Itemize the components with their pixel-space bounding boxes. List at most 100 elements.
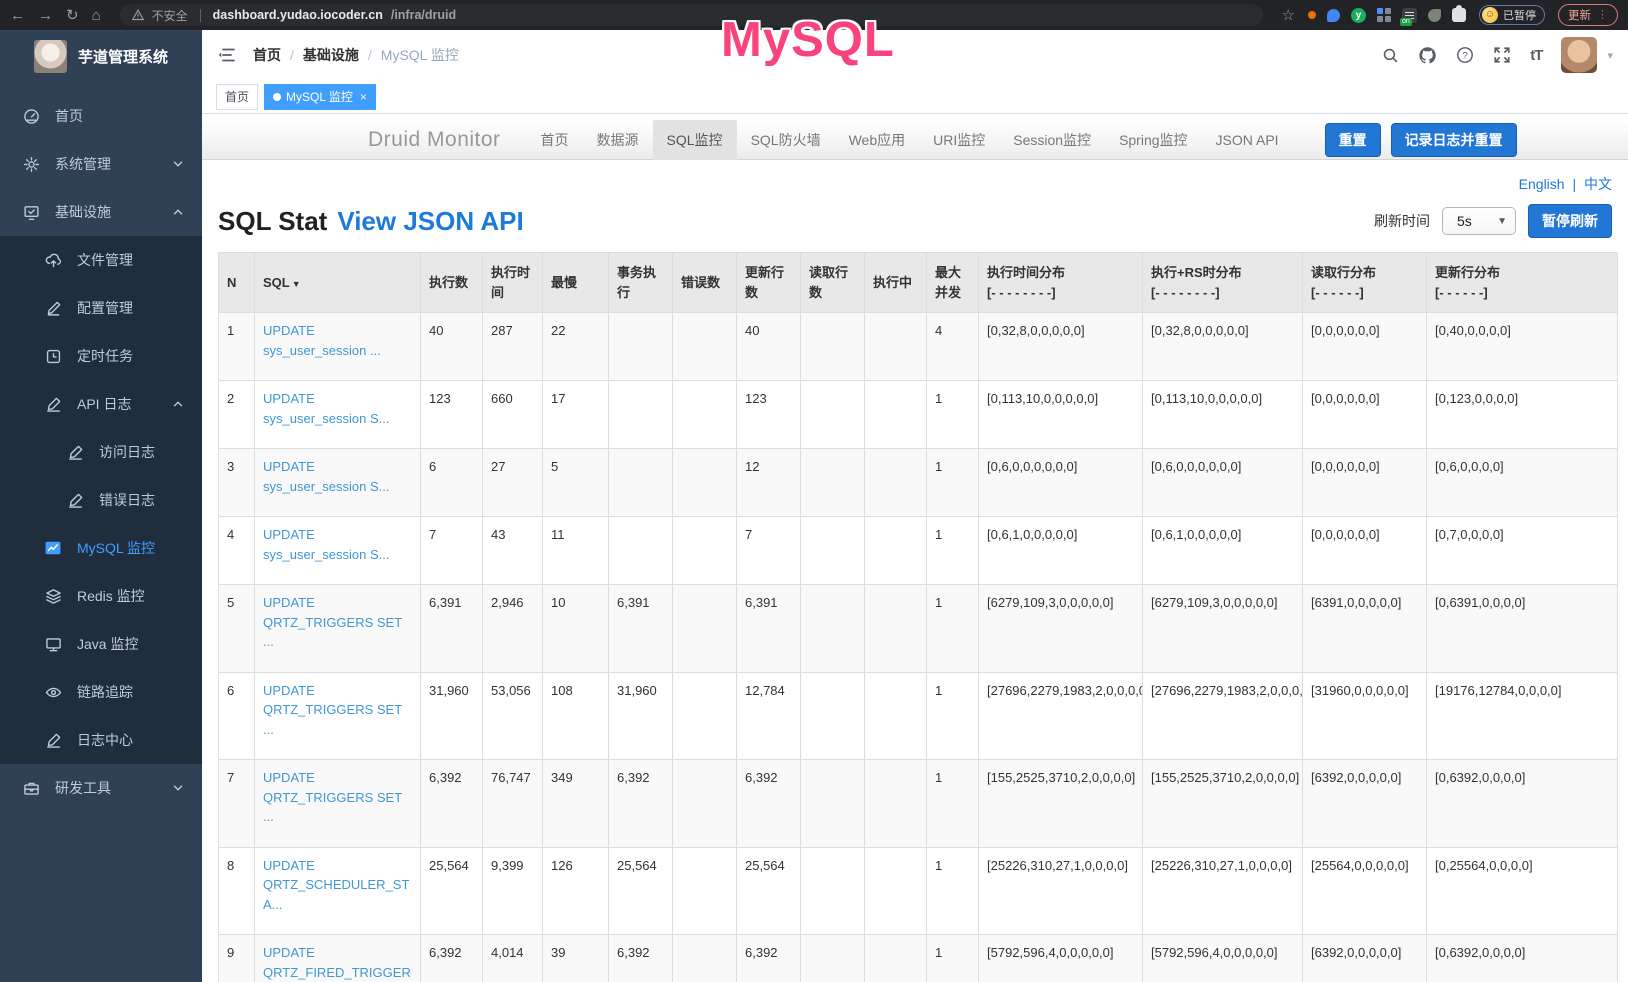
sidebar-item-home[interactable]: 首页 bbox=[0, 92, 202, 140]
sidebar-item-access-log[interactable]: 访问日志 bbox=[0, 428, 202, 476]
home-icon[interactable]: ⌂ bbox=[92, 8, 101, 23]
sql-link[interactable]: UPDATE QRTZ_TRIGGERS SET ... bbox=[263, 683, 402, 737]
druid-body: English | 中文 SQL Stat View JSON API 刷新时间… bbox=[202, 160, 1628, 982]
reset-button[interactable]: 重置 bbox=[1325, 123, 1381, 157]
sql-link[interactable]: UPDATE sys_user_session S... bbox=[263, 391, 389, 426]
column-header[interactable]: SQL▼ bbox=[255, 253, 421, 313]
sidebar-item-label: 配置管理 bbox=[77, 298, 133, 318]
column-header[interactable]: 执行数 bbox=[421, 253, 483, 313]
column-header[interactable]: 最慢 bbox=[543, 253, 609, 313]
druid-nav-数据源[interactable]: 数据源 bbox=[583, 120, 653, 160]
view-json-api-link[interactable]: View JSON API bbox=[337, 206, 523, 237]
refresh-label: 刷新时间 bbox=[1374, 211, 1430, 231]
druid-nav-SQL防火墙[interactable]: SQL防火墙 bbox=[737, 120, 835, 160]
sidebar-item-file[interactable]: 文件管理 bbox=[0, 236, 202, 284]
sql-link[interactable]: UPDATE QRTZ_TRIGGERS SET ... bbox=[263, 595, 402, 649]
druid-nav-SQL监控[interactable]: SQL监控 bbox=[653, 120, 737, 160]
search-icon[interactable] bbox=[1382, 47, 1399, 64]
close-icon[interactable]: × bbox=[360, 90, 367, 104]
value-cell: [0,7,0,0,0,0] bbox=[1427, 517, 1618, 585]
forward-icon[interactable]: → bbox=[38, 8, 53, 23]
sql-link[interactable]: UPDATE sys_user_session S... bbox=[263, 527, 389, 562]
extension-donut-icon[interactable] bbox=[1308, 11, 1316, 19]
column-header[interactable]: N bbox=[219, 253, 255, 313]
sidebar-item-system[interactable]: 系统管理 bbox=[0, 140, 202, 188]
sidebar-item-mysql[interactable]: MySQL 监控 bbox=[0, 524, 202, 572]
table-header: NSQL▼执行数执行时间最慢事务执行错误数更新行数读取行数执行中最大并发执行时间… bbox=[219, 253, 1618, 313]
column-header[interactable]: 错误数 bbox=[673, 253, 737, 313]
tag-MySQL 监控[interactable]: MySQL 监控 × bbox=[264, 84, 376, 110]
value-cell: [0,32,8,0,0,0,0,0] bbox=[1143, 313, 1303, 381]
sidebar-item-log-center[interactable]: 日志中心 bbox=[0, 716, 202, 764]
value-cell: 25,564 bbox=[421, 847, 483, 935]
column-header[interactable]: 执行中 bbox=[865, 253, 927, 313]
druid-nav-JSON API[interactable]: JSON API bbox=[1202, 120, 1293, 160]
table-row: 9UPDATE QRTZ_FIRED_TRIGGER...6,3924,0143… bbox=[219, 935, 1618, 982]
extension-drop-icon[interactable] bbox=[1327, 9, 1340, 22]
breadcrumb-separator: / bbox=[290, 47, 294, 63]
extension-grid-icon[interactable] bbox=[1377, 8, 1391, 22]
user-avatar[interactable] bbox=[1561, 37, 1597, 73]
tag-首页[interactable]: 首页 bbox=[216, 84, 258, 110]
column-header[interactable]: 执行时间分布[- - - - - - - -] bbox=[979, 253, 1143, 313]
extension-green-icon[interactable]: y bbox=[1351, 8, 1366, 23]
extensions-row: y on bbox=[1308, 8, 1466, 23]
hamburger-icon[interactable] bbox=[217, 45, 237, 65]
lang-chinese-link[interactable]: 中文 bbox=[1584, 176, 1612, 192]
value-cell: [0,6,1,0,0,0,0,0] bbox=[1143, 517, 1303, 585]
column-header[interactable]: 读取行数 bbox=[801, 253, 865, 313]
column-header[interactable]: 最大并发 bbox=[927, 253, 979, 313]
sql-link[interactable]: UPDATE sys_user_session S... bbox=[263, 459, 389, 494]
sql-cell: UPDATE QRTZ_SCHEDULER_STA... bbox=[255, 847, 421, 935]
column-header[interactable]: 执行时间 bbox=[483, 253, 543, 313]
sidebar-item-job[interactable]: 定时任务 bbox=[0, 332, 202, 380]
back-icon[interactable]: ← bbox=[10, 8, 25, 23]
druid-nav-Session监控[interactable]: Session监控 bbox=[999, 120, 1105, 160]
help-icon[interactable]: ? bbox=[1456, 46, 1474, 64]
sidebar-logo[interactable]: 芋道管理系统 bbox=[0, 30, 202, 82]
column-header[interactable]: 执行+RS时分布[- - - - - - - -] bbox=[1143, 253, 1303, 313]
value-cell bbox=[801, 449, 865, 517]
sql-link[interactable]: UPDATE sys_user_session ... bbox=[263, 323, 381, 358]
extension-list-icon[interactable]: on bbox=[1402, 8, 1417, 23]
sql-link[interactable]: UPDATE QRTZ_FIRED_TRIGGER... bbox=[263, 945, 411, 982]
fullscreen-icon[interactable] bbox=[1493, 46, 1511, 64]
browser-update-button[interactable]: 更新 ⋮ bbox=[1558, 4, 1618, 26]
sidebar-item-trace[interactable]: 链路追踪 bbox=[0, 668, 202, 716]
extensions-puzzle-icon[interactable] bbox=[1452, 8, 1466, 22]
sidebar-item-error-log[interactable]: 错误日志 bbox=[0, 476, 202, 524]
bookmark-star-icon[interactable]: ☆ bbox=[1282, 8, 1295, 23]
extension-leaf-icon[interactable] bbox=[1428, 9, 1441, 22]
column-header[interactable]: 事务执行 bbox=[609, 253, 673, 313]
sidebar-item-config[interactable]: 配置管理 bbox=[0, 284, 202, 332]
refresh-interval-select[interactable]: 5s ▼ bbox=[1442, 207, 1516, 235]
sidebar-item-java[interactable]: Java 监控 bbox=[0, 620, 202, 668]
mysql-annotation-overlay: MySQL bbox=[721, 12, 895, 68]
breadcrumb-item[interactable]: 基础设施 bbox=[303, 45, 359, 65]
sidebar-item-redis[interactable]: Redis 监控 bbox=[0, 572, 202, 620]
reload-icon[interactable]: ↻ bbox=[66, 8, 79, 23]
breadcrumb-item[interactable]: 首页 bbox=[253, 45, 281, 65]
sidebar-item-dev-tools[interactable]: 研发工具 bbox=[0, 764, 202, 812]
browser-profile-chip[interactable]: ☺ 已暂停 bbox=[1479, 5, 1545, 25]
pause-refresh-button[interactable]: 暂停刷新 bbox=[1528, 204, 1612, 238]
avatar-caret-icon[interactable]: ▾ bbox=[1607, 49, 1613, 62]
sidebar-item-api-log[interactable]: API 日志 bbox=[0, 380, 202, 428]
tags-view-bar: 首页 MySQL 监控 × bbox=[202, 80, 1628, 114]
log-and-reset-button[interactable]: 记录日志并重置 bbox=[1391, 123, 1517, 157]
column-header[interactable]: 读取行分布[- - - - - -] bbox=[1303, 253, 1427, 313]
sql-link[interactable]: UPDATE QRTZ_SCHEDULER_STA... bbox=[263, 858, 409, 912]
browser-menu-icon[interactable]: ⋮ bbox=[1597, 10, 1608, 21]
druid-nav-首页[interactable]: 首页 bbox=[527, 120, 583, 160]
column-header[interactable]: 更新行分布[- - - - - -] bbox=[1427, 253, 1618, 313]
druid-nav-URI监控[interactable]: URI监控 bbox=[919, 120, 999, 160]
druid-nav-Web应用[interactable]: Web应用 bbox=[835, 120, 920, 160]
address-bar[interactable]: 不安全 dashboard.yudao.iocoder.cn/infra/dru… bbox=[120, 4, 1263, 26]
sql-link[interactable]: UPDATE QRTZ_TRIGGERS SET ... bbox=[263, 770, 402, 824]
lang-english-link[interactable]: English bbox=[1519, 176, 1565, 192]
druid-nav-Spring监控[interactable]: Spring监控 bbox=[1105, 120, 1201, 160]
sidebar-item-infra[interactable]: 基础设施 bbox=[0, 188, 202, 236]
column-header[interactable]: 更新行数 bbox=[737, 253, 801, 313]
github-icon[interactable] bbox=[1418, 46, 1437, 65]
font-size-icon[interactable]: tT bbox=[1530, 47, 1542, 64]
